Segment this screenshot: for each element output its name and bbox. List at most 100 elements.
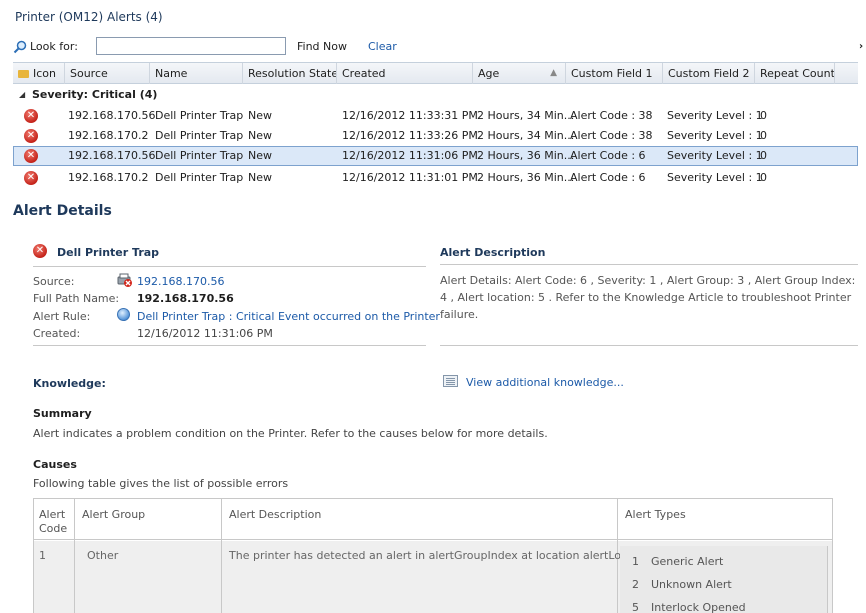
header-alert-group: Alert Group [82,508,146,521]
cell-source: 192.168.170.56 [68,109,156,122]
header-alert-code-line2: Code [39,522,68,535]
printer-error-icon [117,273,132,287]
column-header-custom-field-2[interactable]: Custom Field 2 [663,63,755,84]
alert-details-heading: Alert Details [13,203,112,219]
cell-name: Dell Printer Trap [155,129,244,142]
column-header-icon[interactable]: Icon [13,63,65,84]
header-alert-types: Alert Types [625,508,686,521]
critical-error-icon: ✕ [33,244,47,258]
column-header-custom-field-1[interactable]: Custom Field 1 [566,63,663,84]
type-label: Generic Alert [651,555,724,568]
causes-text: Following table gives the list of possib… [33,477,289,490]
overflow-arrow-icon[interactable]: › [859,41,863,52]
table-row-selected[interactable]: ✕ 192.168.170.56 Dell Printer Trap New 1… [13,146,858,166]
critical-error-icon: ✕ [24,149,38,163]
cell-repeat-count: 0 [760,149,767,162]
cell-created: 12/16/2012 11:31:01 PM [342,171,478,184]
critical-error-icon: ✕ [24,109,38,123]
column-header-resolution-state[interactable]: Resolution State [243,63,337,84]
cell-created: 12/16/2012 11:33:26 PM [342,129,478,142]
group-header[interactable]: Severity: Critical (4) [32,88,157,101]
column-header-name[interactable]: Name [150,63,243,84]
cell-repeat-count: 0 [760,129,767,142]
created-value: 12/16/2012 11:31:06 PM [137,327,273,340]
causes-table-header [33,498,833,540]
cell-custom-field-2: Severity Level : 1 [667,171,763,184]
alert-description-text: Alert Details: Alert Code: 6 , Severity:… [440,274,856,321]
cell-source: 192.168.170.2 [68,129,149,142]
source-link[interactable]: 192.168.170.56 [137,275,224,288]
cell-name: Dell Printer Trap [155,171,244,184]
cell-custom-field-1: Alert Code : 6 [570,149,646,162]
collapse-arrow-icon[interactable]: ◢ [19,90,25,99]
type-label: Interlock Opened [651,601,746,613]
cell-source: 192.168.170.2 [68,171,149,184]
cell-name: Dell Printer Trap [155,149,244,162]
sort-ascending-icon: ▲ [550,68,557,78]
created-label: Created: [33,327,81,340]
type-number: 2 [632,578,639,591]
cell-alert-group: Other [87,549,119,562]
alert-rule-link[interactable]: Dell Printer Trap : Critical Event occur… [137,310,440,323]
type-number: 5 [632,601,639,613]
cell-state: New [248,109,272,122]
cell-state: New [248,171,272,184]
alert-name: Dell Printer Trap [57,246,160,259]
column-divider [221,498,222,613]
causes-heading: Causes [33,458,77,471]
table-row[interactable]: ✕ 192.168.170.2 Dell Printer Trap New 12… [13,126,858,146]
column-header-repeat-count[interactable]: Repeat Count [755,63,835,84]
cell-created: 12/16/2012 11:31:06 PM [342,149,478,162]
divider [33,266,426,267]
summary-heading: Summary [33,407,92,420]
alert-rule-label: Alert Rule: [33,310,91,323]
column-header-source[interactable]: Source [65,63,150,84]
knowledge-heading: Knowledge: [33,377,106,390]
cell-state: New [248,149,272,162]
divider [440,264,858,265]
critical-error-icon: ✕ [24,171,38,185]
cell-custom-field-1: Alert Code : 38 [570,109,653,122]
full-path-value: 192.168.170.56 [137,292,234,305]
column-header-created[interactable]: Created [337,63,473,84]
cell-custom-field-2: Severity Level : 1 [667,109,763,122]
alert-description-heading: Alert Description [440,246,546,259]
search-input[interactable] [96,37,286,55]
cell-age: 2 Hours, 36 Min... [477,171,575,184]
look-for-label: Look for: [30,40,78,53]
divider [440,345,858,346]
view-additional-knowledge-link[interactable]: View additional knowledge... [466,376,624,389]
type-label: Unknown Alert [651,578,732,591]
cell-alert-description: The printer has detected an alert in ale… [229,549,659,562]
cell-alert-code: 1 [39,549,46,562]
cell-custom-field-2: Severity Level : 1 [667,129,763,142]
critical-error-icon: ✕ [24,129,38,143]
folder-icon [18,70,29,78]
cell-custom-field-1: Alert Code : 6 [570,171,646,184]
cell-state: New [248,129,272,142]
summary-text: Alert indicates a problem condition on t… [33,427,548,440]
column-divider [74,498,75,613]
cell-custom-field-2: Severity Level : 1 [667,149,763,162]
column-header-age[interactable]: Age ▲ [473,63,566,84]
source-label: Source: [33,275,75,288]
cell-age: 2 Hours, 34 Min... [477,129,575,142]
cell-repeat-count: 0 [760,109,767,122]
find-now-button[interactable]: Find Now [297,40,347,53]
header-alert-code-line1: Alert [39,508,66,521]
type-number: 1 [632,555,639,568]
table-row[interactable]: ✕ 192.168.170.2 Dell Printer Trap New 12… [13,168,858,188]
rule-icon [117,308,130,321]
cell-age: 2 Hours, 36 Min... [477,149,575,162]
cell-source: 192.168.170.56 [68,149,156,162]
table-row[interactable]: ✕ 192.168.170.56 Dell Printer Trap New 1… [13,106,858,126]
clear-button[interactable]: Clear [368,40,397,53]
search-icon [13,40,27,54]
grid-header: Icon Source Name Resolution State Create… [13,62,858,84]
cell-created: 12/16/2012 11:33:31 PM [342,109,478,122]
cell-age: 2 Hours, 34 Min... [477,109,575,122]
cell-repeat-count: 0 [760,171,767,184]
knowledge-article-icon [443,375,458,387]
cell-custom-field-1: Alert Code : 38 [570,129,653,142]
header-alert-description: Alert Description [229,508,322,521]
